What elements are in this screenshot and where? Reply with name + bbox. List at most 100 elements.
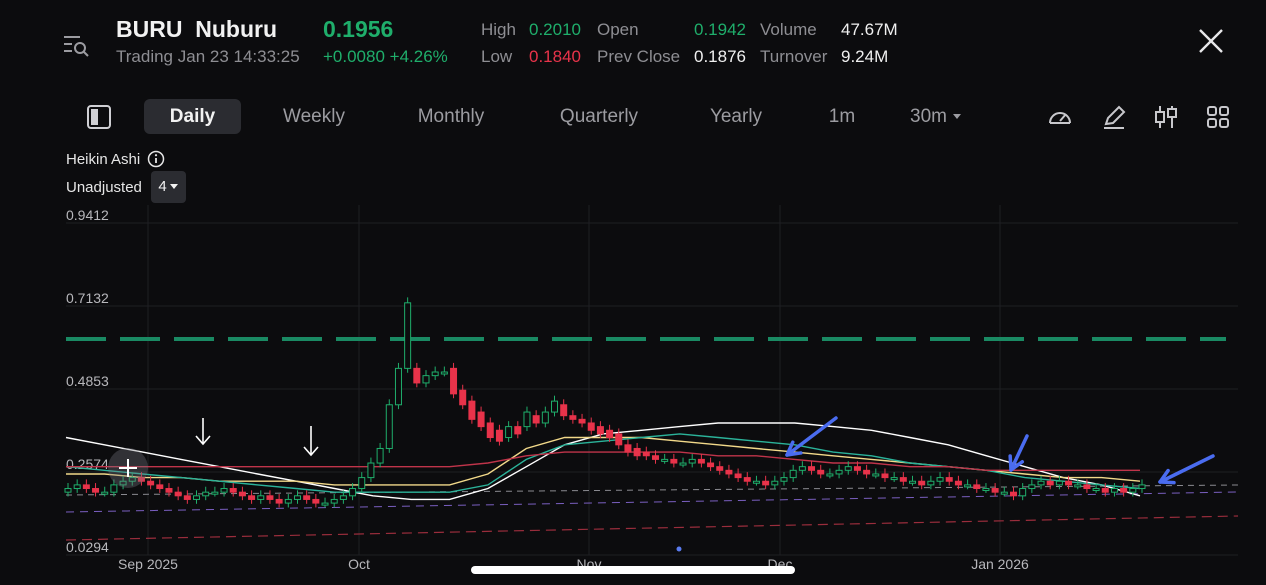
candle-body — [964, 484, 972, 488]
candle-body — [973, 484, 981, 490]
candle-body — [514, 426, 522, 435]
candlestick-icon[interactable] — [1153, 104, 1179, 130]
tab-yearly[interactable]: Yearly — [700, 99, 772, 134]
candle-body — [679, 462, 687, 466]
trading-time: Trading Jan 23 14:33:25 — [116, 47, 300, 66]
candle-body — [835, 469, 843, 475]
chevron-down-icon — [953, 113, 962, 119]
candle-body — [238, 491, 246, 497]
candle-body — [789, 469, 797, 479]
candle-body — [312, 498, 320, 504]
tab-weekly[interactable]: Weekly — [270, 99, 358, 134]
candle-body — [275, 498, 283, 504]
prev-close-value: 0.1876 — [694, 47, 746, 66]
candle-body — [82, 484, 90, 490]
candle-body — [725, 469, 733, 475]
candle-body — [73, 484, 81, 490]
candle-body — [266, 495, 274, 500]
candle-body — [349, 488, 357, 497]
indicator-count-select[interactable]: 4 — [151, 171, 186, 203]
candle-body — [982, 488, 990, 492]
candle-body — [991, 488, 999, 493]
candle-body — [459, 389, 467, 406]
chart-type-label[interactable]: Heikin Ashi — [66, 151, 140, 168]
tab-30m-label: 30m — [910, 106, 947, 127]
candle-body — [64, 488, 72, 493]
candle-body — [147, 480, 155, 486]
candle-body — [780, 477, 788, 482]
open-label: Open — [597, 20, 639, 39]
candle-body — [431, 371, 439, 377]
candle-body — [587, 422, 595, 431]
candle-body — [670, 458, 678, 464]
candle-body — [404, 302, 412, 369]
high-label: High — [481, 20, 516, 39]
volume-value: 47.67M — [841, 20, 898, 39]
x-tick-label: Oct — [348, 556, 370, 572]
candle-body — [817, 469, 825, 475]
low-value: 0.1840 — [529, 47, 581, 66]
candle-body — [413, 367, 421, 384]
candle-body — [321, 502, 329, 506]
x-tick-label: Jan 2026 — [971, 556, 1029, 572]
price-chart[interactable]: 0.94120.71320.48530.25740.0294Sep 2025 Oc… — [0, 200, 1266, 585]
candle-body — [762, 480, 770, 486]
tab-1m[interactable]: 1m — [822, 99, 862, 134]
candle-body — [651, 455, 659, 460]
symbol: BURU — [116, 16, 183, 42]
candle-body — [330, 498, 338, 504]
candle-body — [110, 484, 118, 493]
candle-body — [174, 491, 182, 497]
candle-body — [156, 484, 164, 490]
home-indicator[interactable] — [471, 566, 795, 574]
candle-body — [642, 451, 650, 457]
close-icon[interactable] — [1196, 26, 1226, 56]
candle-body — [863, 469, 871, 475]
y-tick-label: 0.7132 — [66, 290, 109, 306]
candle-body — [248, 495, 256, 500]
stock-title: BURU Nuburu — [116, 16, 277, 43]
grid-icon[interactable] — [1205, 104, 1231, 130]
tab-daily[interactable]: Daily — [144, 99, 241, 134]
prev-close-label: Prev Close — [597, 47, 681, 66]
pencil-icon[interactable] — [1101, 104, 1127, 130]
candle-body — [358, 477, 366, 490]
tab-monthly[interactable]: Monthly — [402, 99, 500, 134]
candle-body — [1028, 484, 1036, 490]
candle-body — [734, 473, 742, 479]
candle-body — [422, 375, 430, 384]
candle-body — [936, 477, 944, 482]
candle-body — [165, 488, 173, 493]
gauge-icon[interactable] — [1047, 104, 1073, 130]
candle-body — [92, 488, 100, 493]
company-name: Nuburu — [195, 16, 277, 42]
candle-body — [1074, 484, 1082, 488]
candle-body — [578, 418, 586, 424]
candle-body — [954, 480, 962, 486]
candle-body — [495, 429, 503, 442]
candle-body — [688, 458, 696, 464]
candle-body — [909, 480, 917, 484]
candle-body — [615, 433, 623, 446]
moving-average-line — [66, 436, 1141, 486]
tab-quarterly[interactable]: Quarterly — [545, 99, 653, 134]
info-icon[interactable] — [147, 150, 165, 168]
candle-body — [844, 466, 852, 471]
support-line — [65, 515, 1239, 541]
menu-search-icon[interactable] — [62, 33, 90, 57]
candle-body — [1046, 480, 1054, 486]
candle-body — [477, 411, 485, 428]
candle-body — [1009, 491, 1017, 497]
candle-body — [661, 458, 669, 462]
panel-toggle-icon[interactable] — [86, 104, 112, 130]
candle-body — [606, 429, 614, 439]
candle-body — [890, 477, 898, 481]
turnover-label: Turnover — [760, 47, 828, 66]
candle-body — [569, 415, 577, 420]
candle-body — [440, 371, 448, 375]
candle-body — [1000, 491, 1008, 495]
adjustment-label[interactable]: Unadjusted — [66, 179, 142, 196]
price-change: +0.0080 +4.26% — [323, 47, 448, 66]
tab-30m[interactable]: 30m — [910, 99, 972, 134]
candle-body — [101, 491, 109, 495]
